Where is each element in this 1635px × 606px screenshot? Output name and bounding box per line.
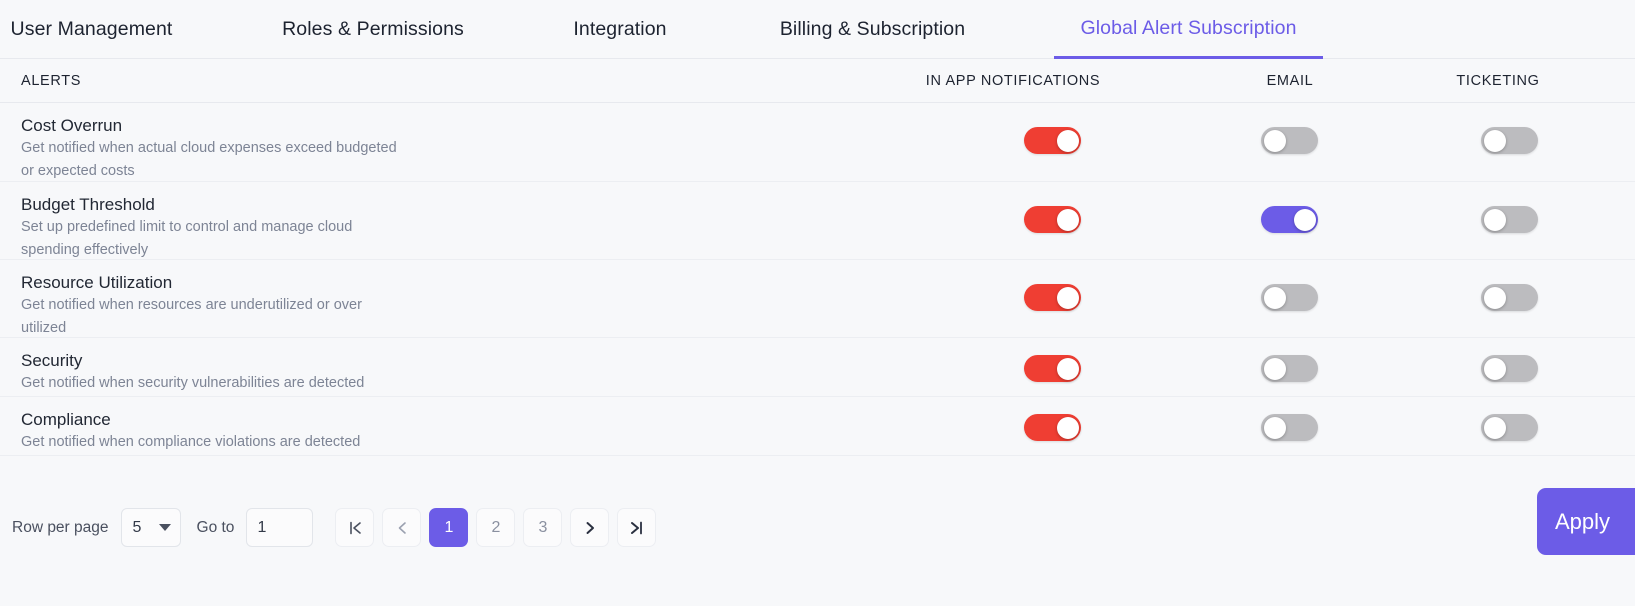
toggle-in-app[interactable]	[1024, 127, 1081, 154]
go-to-label: Go to	[197, 519, 235, 537]
toggle-in-app[interactable]	[1024, 355, 1081, 382]
toggle-knob	[1484, 417, 1506, 439]
alert-info: Cost OverrunGet notified when actual clo…	[21, 103, 401, 182]
rows-per-page-value: 5	[133, 519, 142, 537]
toggle-cell-ticketing	[1442, 260, 1577, 337]
alert-description: Get notified when compliance violations …	[21, 431, 360, 454]
alert-info: SecurityGet notified when security vulne…	[21, 338, 364, 395]
toggle-cell-in-app	[985, 103, 1120, 181]
toggle-knob	[1057, 287, 1079, 309]
apply-button[interactable]: Apply	[1537, 488, 1635, 555]
toggle-knob	[1264, 287, 1286, 309]
pagination-controls: Row per page 5 Go to	[12, 508, 656, 547]
column-header-in-app: IN APP NOTIFICATIONS	[927, 59, 1099, 103]
toggle-knob	[1264, 417, 1286, 439]
toggle-knob	[1057, 358, 1079, 380]
toggle-ticketing[interactable]	[1481, 284, 1538, 311]
alert-description: Get notified when security vulnerabiliti…	[21, 372, 364, 395]
table-header-row: ALERTS IN APP NOTIFICATIONS EMAIL TICKETING	[0, 59, 1635, 103]
toggle-knob	[1484, 358, 1506, 380]
alert-description: Get notified when actual cloud expenses …	[21, 137, 401, 182]
toggle-cell-email	[1222, 103, 1357, 181]
toggle-knob	[1057, 209, 1079, 231]
toggle-email[interactable]	[1261, 284, 1318, 311]
chevron-down-icon	[159, 524, 171, 531]
alert-info: ComplianceGet notified when compliance v…	[21, 397, 360, 454]
toggle-ticketing[interactable]	[1481, 414, 1538, 441]
last-page-button[interactable]	[617, 508, 656, 547]
table-row: Budget ThresholdSet up predefined limit …	[0, 182, 1635, 260]
toggle-ticketing[interactable]	[1481, 355, 1538, 382]
toggle-knob	[1484, 130, 1506, 152]
alert-description: Set up predefined limit to control and m…	[21, 216, 401, 261]
alert-title: Cost Overrun	[21, 115, 401, 137]
toggle-cell-ticketing	[1442, 182, 1577, 259]
rows-per-page-select[interactable]: 5	[121, 508, 181, 547]
tab-billing-subscription[interactable]: Billing & Subscription	[762, 0, 983, 59]
tab-integration[interactable]: Integration	[553, 0, 687, 59]
rows-per-page-label: Row per page	[12, 519, 109, 537]
toggle-knob	[1264, 358, 1286, 380]
toggle-in-app[interactable]	[1024, 284, 1081, 311]
toggle-cell-email	[1222, 182, 1357, 259]
toggle-ticketing[interactable]	[1481, 206, 1538, 233]
global-alert-subscription-page: User Management Roles & Permissions Integr…	[0, 0, 1635, 606]
alert-info: Budget ThresholdSet up predefined limit …	[21, 182, 401, 261]
toggle-knob	[1484, 287, 1506, 309]
table-footer: Row per page 5 Go to	[0, 480, 1635, 606]
alert-title: Budget Threshold	[21, 194, 401, 216]
chevron-left-icon	[393, 519, 411, 537]
toggle-email[interactable]	[1261, 414, 1318, 441]
column-header-email: EMAIL	[1200, 59, 1380, 103]
previous-page-button[interactable]	[382, 508, 421, 547]
toggle-in-app[interactable]	[1024, 206, 1081, 233]
alert-title: Resource Utilization	[21, 272, 401, 294]
table-row: SecurityGet notified when security vulne…	[0, 338, 1635, 397]
toggle-in-app[interactable]	[1024, 414, 1081, 441]
toggle-email[interactable]	[1261, 206, 1318, 233]
column-header-ticketing: TICKETING	[1408, 59, 1588, 103]
settings-tab-bar: User Management Roles & Permissions Integr…	[0, 0, 1635, 59]
table-row: ComplianceGet notified when compliance v…	[0, 397, 1635, 456]
column-header-alerts: ALERTS	[21, 59, 321, 103]
alert-title: Compliance	[21, 409, 360, 431]
last-page-icon	[628, 519, 646, 537]
alerts-table-body: Cost OverrunGet notified when actual clo…	[0, 103, 1635, 456]
page-button-1[interactable]: 1	[429, 508, 468, 547]
toggle-knob	[1484, 209, 1506, 231]
table-row: Cost OverrunGet notified when actual clo…	[0, 103, 1635, 182]
tab-global-alert-subscription[interactable]: Global Alert Subscription	[1054, 0, 1323, 59]
toggle-cell-ticketing	[1442, 338, 1577, 396]
page-buttons: 1 2 3	[335, 508, 656, 547]
next-page-button[interactable]	[570, 508, 609, 547]
toggle-email[interactable]	[1261, 127, 1318, 154]
first-page-button[interactable]	[335, 508, 374, 547]
toggle-email[interactable]	[1261, 355, 1318, 382]
toggle-cell-ticketing	[1442, 397, 1577, 455]
tab-roles-permissions[interactable]: Roles & Permissions	[261, 0, 485, 59]
chevron-right-icon	[581, 519, 599, 537]
toggle-cell-in-app	[985, 260, 1120, 337]
toggle-cell-in-app	[985, 397, 1120, 455]
toggle-knob	[1057, 130, 1079, 152]
alert-info: Resource UtilizationGet notified when re…	[21, 260, 401, 339]
page-button-3[interactable]: 3	[523, 508, 562, 547]
page-button-2[interactable]: 2	[476, 508, 515, 547]
toggle-cell-email	[1222, 397, 1357, 455]
alert-title: Security	[21, 350, 364, 372]
tab-user-management[interactable]: User Management	[0, 0, 183, 59]
toggle-knob	[1264, 130, 1286, 152]
toggle-cell-email	[1222, 260, 1357, 337]
toggle-cell-in-app	[985, 338, 1120, 396]
alert-description: Get notified when resources are underuti…	[21, 294, 401, 339]
toggle-cell-in-app	[985, 182, 1120, 259]
toggle-ticketing[interactable]	[1481, 127, 1538, 154]
table-row: Resource UtilizationGet notified when re…	[0, 260, 1635, 338]
go-to-page-input[interactable]	[246, 508, 313, 547]
first-page-icon	[346, 519, 364, 537]
toggle-knob	[1057, 417, 1079, 439]
toggle-cell-ticketing	[1442, 103, 1577, 181]
toggle-knob	[1294, 209, 1316, 231]
toggle-cell-email	[1222, 338, 1357, 396]
